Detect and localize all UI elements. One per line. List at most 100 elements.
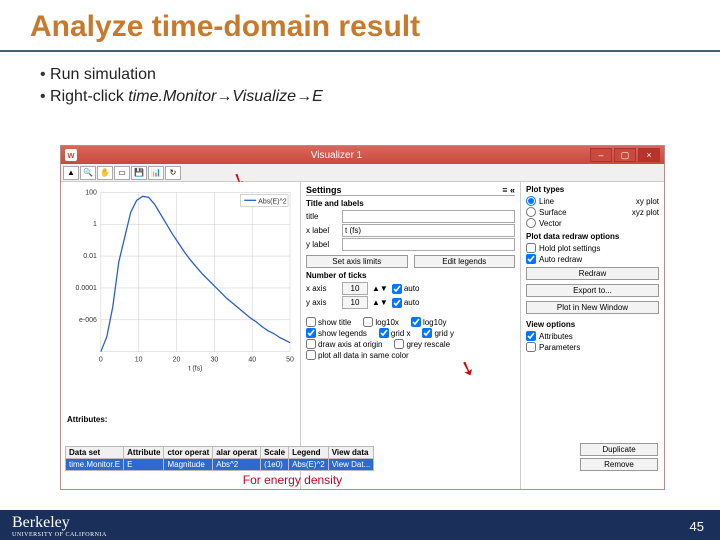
log10y-checkbox[interactable] [411, 317, 421, 327]
log10x-checkbox[interactable] [363, 317, 373, 327]
yauto-checkbox[interactable] [392, 298, 402, 308]
grey-checkbox[interactable] [394, 339, 404, 349]
xauto-checkbox[interactable] [392, 284, 402, 294]
app-icon: w [65, 149, 77, 161]
col-viewdata: View data [328, 447, 374, 459]
settings-panel: Settings≡ « Title and labels title x lab… [301, 182, 521, 489]
vector-radio[interactable] [526, 218, 536, 228]
draw-origin-checkbox[interactable] [306, 339, 316, 349]
hold-checkbox[interactable] [526, 243, 536, 253]
duplicate-button[interactable]: Duplicate [580, 443, 658, 456]
remove-button[interactable]: Remove [580, 458, 658, 471]
line-radio[interactable] [526, 196, 536, 206]
edit-legends-button[interactable]: Edit legends [414, 255, 516, 268]
svg-text:100: 100 [85, 189, 97, 196]
ylabel-input[interactable] [342, 238, 515, 251]
autoredraw-checkbox[interactable] [526, 254, 536, 264]
gridy-label: grid y [434, 329, 454, 338]
page-number: 45 [690, 519, 704, 534]
svg-text:10: 10 [135, 357, 143, 364]
tool-rect-icon[interactable]: ▭ [114, 166, 130, 180]
export-button[interactable]: Export to... [526, 284, 659, 297]
auto-label: auto [404, 284, 420, 293]
surface-radio[interactable] [526, 207, 536, 217]
svg-text:t (fs): t (fs) [188, 366, 202, 372]
tool-hand-icon[interactable]: ✋ [97, 166, 113, 180]
svg-text:20: 20 [173, 357, 181, 364]
ylabel-label: y label [306, 240, 338, 249]
table-header-row: Data set Attribute ctor operat alar oper… [66, 447, 374, 459]
brand-text: Berkeley [12, 514, 70, 531]
col-legend: Legend [289, 447, 329, 459]
attributes-table[interactable]: Data set Attribute ctor operat alar oper… [65, 446, 374, 471]
energy-caption: For energy density [61, 473, 524, 487]
svg-text:40: 40 [248, 357, 256, 364]
col-ctor: ctor operat [164, 447, 213, 459]
xlabel-input[interactable] [342, 224, 515, 237]
log10x-label: log10x [375, 318, 399, 327]
gridy-checkbox[interactable] [422, 328, 432, 338]
draw-origin-label: draw axis at origin [318, 340, 382, 349]
set-axis-button[interactable]: Set axis limits [306, 255, 408, 268]
tool-pointer-icon[interactable]: ▲ [63, 166, 79, 180]
section-title-labels: Title and labels [306, 199, 515, 208]
plot-area[interactable]: 100 1 0.01 0.0001 e-006 0 10 20 30 40 50… [61, 182, 301, 489]
cell-legend: Abs(E)^2 [289, 459, 329, 471]
tool-refresh-icon[interactable]: ↻ [165, 166, 181, 180]
attributes-title: Attributes: [67, 415, 107, 424]
brand-subtitle: UNIVERSITY OF CALIFORNIA [12, 532, 107, 538]
numticks-label: Number of ticks [306, 271, 515, 280]
table-row[interactable]: time.Monitor.E E Magnitude Abs^2 (1e0) A… [66, 459, 374, 471]
berkeley-logo: Berkeley UNIVERSITY OF CALIFORNIA [12, 514, 107, 538]
gridx-label: grid x [391, 329, 411, 338]
footer [0, 510, 720, 540]
bullet-run: Run simulation [40, 66, 680, 84]
svg-text:0: 0 [99, 357, 103, 364]
show-title-label: show title [318, 318, 351, 327]
grey-label: grey rescale [406, 340, 450, 349]
bullet-path: time.Monitor [128, 88, 216, 105]
svg-text:50: 50 [286, 357, 294, 364]
title-label: title [306, 212, 338, 221]
close-button[interactable]: × [638, 148, 660, 162]
bullet-viz: Visualize [232, 88, 296, 105]
yticks-input[interactable] [342, 296, 368, 309]
attributes-label: Attributes [539, 332, 573, 341]
hold-label: Hold plot settings [539, 244, 600, 253]
tool-zoom-icon[interactable]: 🔍 [80, 166, 96, 180]
cell-attribute: E [124, 459, 164, 471]
line-label: Line [539, 197, 554, 206]
svg-text:e-006: e-006 [79, 317, 97, 324]
bullet-list: Run simulation Right-click time.Monitor→… [0, 52, 720, 116]
svg-text:0.0001: 0.0001 [76, 285, 97, 292]
xyplot-label: xy plot [636, 197, 659, 206]
maximize-button[interactable]: ▢ [614, 148, 636, 162]
tool-save-icon[interactable]: 💾 [131, 166, 147, 180]
gridx-checkbox[interactable] [379, 328, 389, 338]
titlebar[interactable]: w Visualizer 1 – ▢ × [61, 146, 664, 164]
collapse-icon[interactable]: ≡ « [502, 185, 515, 195]
line-chart: 100 1 0.01 0.0001 e-006 0 10 20 30 40 50… [61, 182, 300, 372]
redraw-button[interactable]: Redraw [526, 267, 659, 280]
show-legends-checkbox[interactable] [306, 328, 316, 338]
title-input[interactable] [342, 210, 515, 223]
bullet-e: E [312, 88, 323, 105]
autoredraw-label: Auto redraw [539, 255, 582, 264]
tool-chart-icon[interactable]: 📊 [148, 166, 164, 180]
col-alar: alar operat [213, 447, 261, 459]
col-attribute: Attribute [124, 447, 164, 459]
cell-viewdata[interactable]: View Dat... [328, 459, 374, 471]
visualizer-window: w Visualizer 1 – ▢ × ▲ 🔍 ✋ ▭ 💾 📊 ↻ ➘ 100 [60, 145, 665, 490]
minimize-button[interactable]: – [590, 148, 612, 162]
cell-alar: Abs^2 [213, 459, 261, 471]
slide-title: Analyze time-domain result [0, 0, 720, 52]
plot-new-window-button[interactable]: Plot in New Window [526, 301, 659, 314]
parameters-label: Parameters [539, 343, 580, 352]
log10y-label: log10y [423, 318, 447, 327]
same-color-checkbox[interactable] [306, 350, 316, 360]
toolbar: ▲ 🔍 ✋ ▭ 💾 📊 ↻ [61, 164, 664, 182]
xticks-input[interactable] [342, 282, 368, 295]
show-title-checkbox[interactable] [306, 317, 316, 327]
attributes-checkbox[interactable] [526, 331, 536, 341]
parameters-checkbox[interactable] [526, 342, 536, 352]
